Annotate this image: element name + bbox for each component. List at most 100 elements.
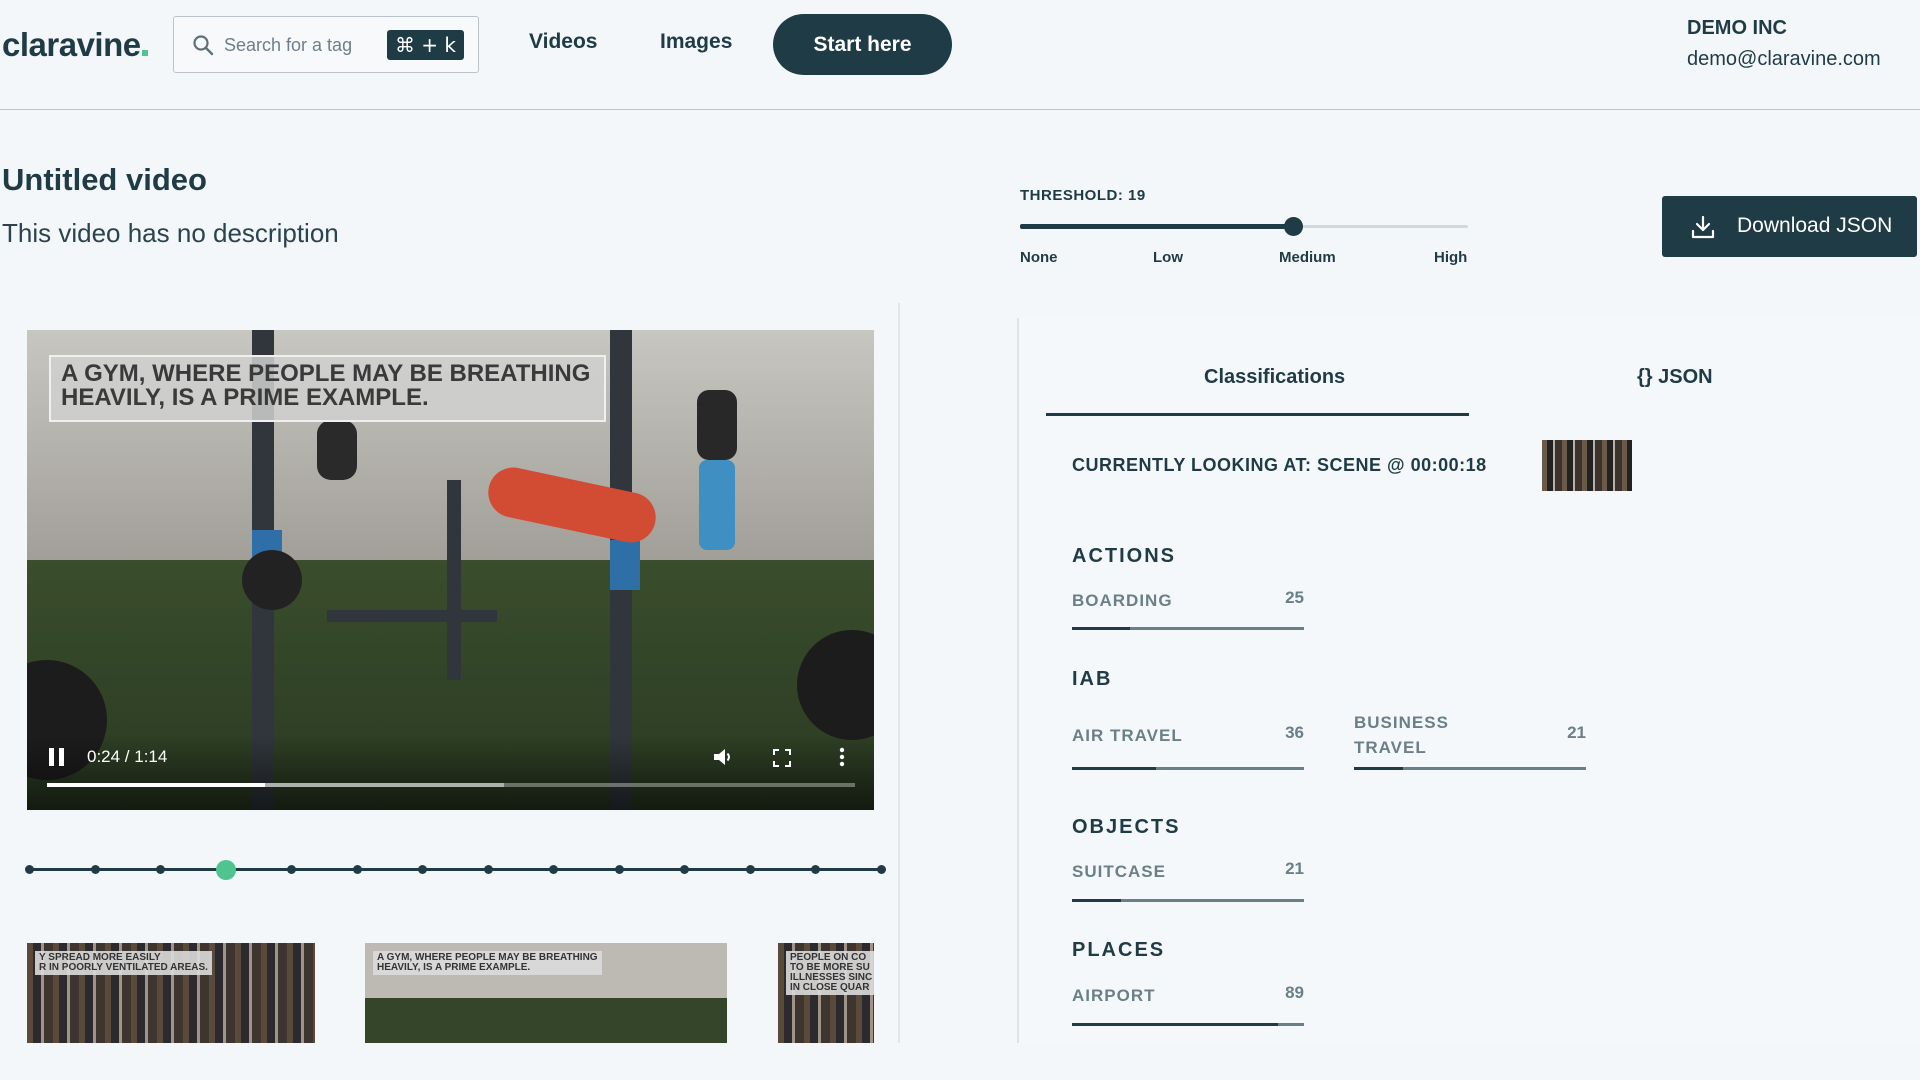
tag-score: 89 <box>1285 983 1304 1002</box>
active-tab-indicator <box>1046 413 1469 416</box>
threshold-label: THRESHOLD: 19 <box>1020 187 1146 204</box>
threshold-tick-high: High <box>1434 249 1468 266</box>
tag-chip[interactable]: BUSINESS TRAVEL 21 <box>1354 710 1586 774</box>
sled-post <box>447 480 461 680</box>
search-input[interactable] <box>224 31 394 59</box>
timeline-marker[interactable] <box>90 865 100 874</box>
tag-score-fill <box>1072 767 1156 770</box>
tag-score-fill <box>1072 899 1121 902</box>
video-title: Untitled video <box>2 162 207 197</box>
more-options-icon[interactable] <box>838 746 846 768</box>
video-caption-overlay: A GYM, WHERE PEOPLE MAY BE BREATHING HEA… <box>49 355 606 422</box>
account-email: demo@claravine.com <box>1687 48 1881 70</box>
nav-videos[interactable]: Videos <box>529 30 597 54</box>
tag-name: BOARDING <box>1072 591 1173 610</box>
tag-chip[interactable]: AIR TRAVEL 36 <box>1072 723 1304 773</box>
tag-score: 25 <box>1285 588 1304 607</box>
volume-icon[interactable] <box>712 746 734 768</box>
logo-dot <box>141 50 148 56</box>
video-player[interactable]: A GYM, WHERE PEOPLE MAY BE BREATHING HEA… <box>27 330 874 810</box>
tag-name: AIR TRAVEL <box>1072 726 1183 745</box>
logo-text: claravine <box>2 26 141 63</box>
tag-score-bar <box>1072 767 1304 770</box>
top-header: claravine ⌘ + k Videos Images Start here… <box>0 0 1920 110</box>
download-json-button[interactable]: Download JSON <box>1662 196 1917 257</box>
scene-thumbnail[interactable]: Y SPREAD MORE EASILY R IN POORLY VENTILA… <box>27 943 315 1043</box>
download-json-label: Download JSON <box>1737 214 1893 237</box>
rack-pad <box>610 540 640 590</box>
tag-chip[interactable]: SUITCASE 21 <box>1072 859 1304 909</box>
nav-images[interactable]: Images <box>660 30 732 54</box>
person-background <box>317 420 357 480</box>
timeline-marker[interactable] <box>483 865 493 874</box>
timeline-marker[interactable] <box>877 865 886 874</box>
tag-score: 36 <box>1285 723 1304 742</box>
timeline-marker-active[interactable] <box>215 860 236 880</box>
caption-line: A GYM, WHERE PEOPLE MAY BE BREATHING <box>61 360 591 387</box>
timeline-marker[interactable] <box>811 865 821 874</box>
scene-image <box>1542 440 1632 491</box>
timeline-marker[interactable] <box>680 865 690 874</box>
scene-timeline[interactable] <box>25 860 886 880</box>
search-shortcut-badge: ⌘ + k <box>386 30 464 60</box>
threshold-tick-medium: Medium <box>1279 249 1336 266</box>
tag-score-bar <box>1072 1023 1304 1026</box>
tab-json[interactable]: {} JSON <box>1637 366 1713 389</box>
play-pause-icon[interactable] <box>47 746 67 768</box>
tag-score: 21 <box>1567 723 1586 742</box>
start-here-button[interactable]: Start here <box>773 14 952 75</box>
timeline-marker[interactable] <box>418 865 428 874</box>
tag-name: BUSINESS TRAVEL <box>1354 713 1449 757</box>
video-description: This video has no description <box>2 218 339 248</box>
timeline-marker[interactable] <box>156 865 166 874</box>
progress-played <box>47 783 266 787</box>
sled-base <box>327 610 497 622</box>
current-scene-label: CURRENTLY LOOKING AT: SCENE @ 00:00:18 <box>1072 455 1487 475</box>
section-title-actions: ACTIONS <box>1072 545 1176 567</box>
person-legs <box>699 460 735 550</box>
person-background <box>697 390 737 460</box>
claravine-logo[interactable]: claravine <box>2 26 148 64</box>
tag-score-fill <box>1072 627 1130 630</box>
tag-chip[interactable]: AIRPORT 89 <box>1072 983 1304 1033</box>
thumbnail-caption: Y SPREAD MORE EASILY R IN POORLY VENTILA… <box>35 951 212 975</box>
thumbnail-caption: PEOPLE ON CO TO BE MORE SU ILLNESSES SIN… <box>786 951 874 995</box>
tag-score-bar <box>1354 767 1586 770</box>
section-title-places: PLACES <box>1072 939 1166 961</box>
thumbnail-caption: A GYM, WHERE PEOPLE MAY BE BREATHING HEA… <box>373 951 602 975</box>
timeline-marker[interactable] <box>25 865 34 874</box>
tab-classifications[interactable]: Classifications <box>1204 366 1345 389</box>
tag-name: SUITCASE <box>1072 862 1166 881</box>
classifications-panel: Classifications {} JSON CURRENTLY LOOKIN… <box>1017 318 1920 1043</box>
download-icon <box>1691 215 1715 239</box>
tag-score-bar <box>1072 627 1304 630</box>
scene-thumbnail[interactable]: A GYM, WHERE PEOPLE MAY BE BREATHING HEA… <box>365 943 727 1043</box>
medicine-ball <box>242 550 302 610</box>
threshold-tick-low: Low <box>1153 249 1183 266</box>
tag-score: 21 <box>1285 859 1304 878</box>
thumbnail-image-floor <box>365 998 727 1043</box>
tag-search[interactable]: ⌘ + k <box>173 16 479 73</box>
timeline-marker[interactable] <box>745 865 755 874</box>
threshold-tick-none: None <box>1020 249 1058 266</box>
tag-name: AIRPORT <box>1072 986 1156 1005</box>
fullscreen-icon[interactable] <box>773 749 791 767</box>
timeline-marker[interactable] <box>352 865 362 874</box>
slider-fill <box>1020 224 1294 229</box>
tag-score-bar <box>1072 899 1304 902</box>
section-title-iab: IAB <box>1072 668 1113 690</box>
threshold-slider[interactable] <box>1020 217 1468 236</box>
caption-line: HEAVILY, IS A PRIME EXAMPLE. <box>61 384 429 411</box>
timeline-marker[interactable] <box>549 865 559 874</box>
slider-handle[interactable] <box>1284 217 1304 236</box>
playback-time: 0:24 / 1:14 <box>87 747 168 766</box>
search-icon <box>193 35 214 56</box>
tag-chip[interactable]: BOARDING 25 <box>1072 588 1304 638</box>
scene-thumbnail[interactable]: PEOPLE ON CO TO BE MORE SU ILLNESSES SIN… <box>778 943 874 1043</box>
section-title-objects: OBJECTS <box>1072 816 1181 838</box>
timeline-marker[interactable] <box>287 865 297 874</box>
tag-score-fill <box>1072 1023 1279 1026</box>
video-progress-bar[interactable] <box>47 783 855 787</box>
timeline-marker[interactable] <box>614 865 624 874</box>
current-scene-thumbnail <box>1542 440 1632 491</box>
